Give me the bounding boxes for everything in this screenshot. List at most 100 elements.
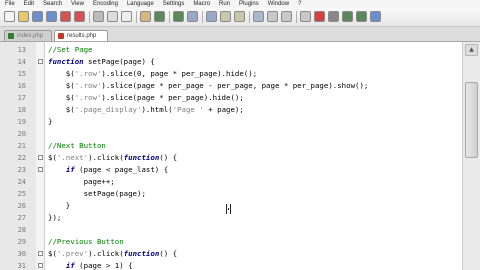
code-token: $( — [48, 93, 75, 102]
line-number: 13 — [17, 46, 26, 54]
undo-icon[interactable] — [154, 11, 165, 22]
file-saved-icon — [8, 33, 14, 39]
menu-item-view[interactable]: View — [71, 0, 84, 8]
tab-label: results.php — [67, 33, 97, 39]
indent-guide-icon[interactable] — [300, 11, 311, 22]
menu-item-run[interactable]: Run — [219, 0, 230, 8]
code-line: 24 page++; — [0, 176, 462, 188]
scroll-thumb[interactable] — [465, 82, 478, 158]
menu-item-search[interactable]: Search — [43, 0, 62, 8]
menu-item-settings[interactable]: Settings — [163, 0, 185, 8]
line-number: 30 — [17, 250, 26, 258]
menu-item-plugins[interactable]: Plugins — [239, 0, 259, 8]
code-text: //Previous Button — [48, 236, 124, 248]
code-text: if (page > 1) { — [48, 260, 133, 270]
tab-results-php[interactable]: results.php — [54, 30, 108, 41]
fold-toggle-icon[interactable] — [38, 167, 43, 172]
code-token: ).click( — [88, 153, 124, 162]
code-token: function — [123, 153, 160, 162]
code-token: (page < page_last) { — [74, 165, 169, 174]
new-file-icon[interactable] — [4, 11, 15, 22]
code-line: 15 $('.row').slice(0, page * per_page).h… — [0, 68, 462, 80]
code-editor[interactable]: 13//Set Page 14 function setPage(page) {15… — [0, 42, 462, 270]
show-all-chars-icon[interactable] — [281, 11, 292, 22]
code-token: () { — [159, 249, 178, 258]
line-number: 28 — [17, 226, 26, 234]
code-line: 17 $('.row').slice(page * per_page).hide… — [0, 92, 462, 104]
stop-macro-icon[interactable] — [328, 11, 339, 22]
menu-item-macro[interactable]: Macro — [193, 0, 210, 8]
code-text: //Next Button — [48, 140, 106, 152]
copy-icon[interactable] — [121, 11, 132, 22]
menu-item-window[interactable]: Window — [268, 0, 289, 8]
code-token: '.row' — [74, 69, 102, 78]
code-text: } — [48, 200, 70, 212]
open-file-icon[interactable] — [18, 11, 29, 22]
close-icon[interactable] — [60, 11, 71, 22]
line-number: 25 — [17, 190, 26, 198]
code-line: 31 if (page > 1) { — [0, 260, 462, 270]
vertical-scrollbar[interactable]: ▲ — [462, 42, 480, 270]
code-token: function — [123, 249, 160, 258]
zoom-out-icon[interactable] — [234, 11, 245, 22]
scroll-up-button[interactable]: ▲ — [465, 44, 478, 56]
run-macro-multiple-icon[interactable] — [356, 11, 367, 22]
fold-toggle-icon[interactable] — [38, 155, 43, 160]
toolbar-separator — [169, 11, 170, 23]
play-macro-icon[interactable] — [342, 11, 353, 22]
code-token: //Next Button — [48, 141, 106, 150]
code-text: $('.next').click(function() { — [48, 152, 177, 164]
code-token: //Previous Button — [48, 237, 124, 246]
record-macro-icon[interactable] — [314, 11, 325, 22]
code-line: 14 function setPage(page) { — [0, 56, 462, 68]
close-all-icon[interactable] — [74, 11, 85, 22]
line-number: 26 — [17, 202, 26, 210]
code-token: $( — [48, 105, 75, 114]
menu-bar: File Edit Search View Encoding Language Settin… — [0, 0, 480, 8]
code-text: }); — [48, 212, 61, 224]
code-line: 29 //Previous Button — [0, 236, 462, 248]
word-wrap-icon[interactable] — [267, 11, 278, 22]
line-number: 16 — [17, 82, 26, 90]
code-text: page++; — [48, 176, 115, 188]
menu-item-file[interactable]: File — [5, 0, 15, 8]
paste-icon[interactable] — [140, 11, 151, 22]
menu-item-edit[interactable]: Edit — [24, 0, 34, 8]
code-line: 20 — [0, 128, 462, 140]
tab-index-php[interactable]: index.php — [4, 30, 52, 41]
print-icon[interactable] — [93, 11, 104, 22]
toolbar-separator — [202, 11, 203, 23]
code-token: if — [65, 261, 75, 270]
code-token: ).html( — [141, 105, 173, 114]
cut-icon[interactable] — [107, 11, 118, 22]
menu-item-language[interactable]: Language — [127, 0, 154, 8]
text-cursor-icon — [226, 204, 231, 214]
menu-item-[interactable]: ? — [298, 0, 301, 8]
fold-toggle-icon[interactable] — [38, 263, 43, 268]
menu-item-encoding[interactable]: Encoding — [93, 0, 118, 8]
code-token: '.page_display' — [74, 105, 142, 114]
replace-icon[interactable] — [206, 11, 217, 22]
code-token: ).slice(0, page * per_page).hide(); — [101, 69, 258, 78]
fold-toggle-icon[interactable] — [38, 59, 43, 64]
save-macro-icon[interactable] — [370, 11, 381, 22]
fold-toggle-icon[interactable] — [38, 251, 43, 256]
file-modified-icon — [58, 33, 64, 39]
sync-scroll-icon[interactable] — [253, 11, 264, 22]
save-icon[interactable] — [32, 11, 43, 22]
redo-icon[interactable] — [173, 11, 184, 22]
code-token: ).click( — [88, 249, 124, 258]
line-number: 23 — [17, 166, 26, 174]
zoom-in-icon[interactable] — [220, 11, 231, 22]
line-number: 31 — [17, 262, 26, 270]
toolbar-separator — [89, 11, 90, 23]
save-all-icon[interactable] — [46, 11, 57, 22]
line-number: 14 — [17, 58, 26, 66]
find-icon[interactable] — [187, 11, 198, 22]
code-line: 25 setPage(page); — [0, 188, 462, 200]
code-token: $( — [48, 249, 57, 258]
code-text: $('.prev').click(function() { — [48, 248, 177, 260]
code-token: setPage(page); — [48, 189, 146, 198]
